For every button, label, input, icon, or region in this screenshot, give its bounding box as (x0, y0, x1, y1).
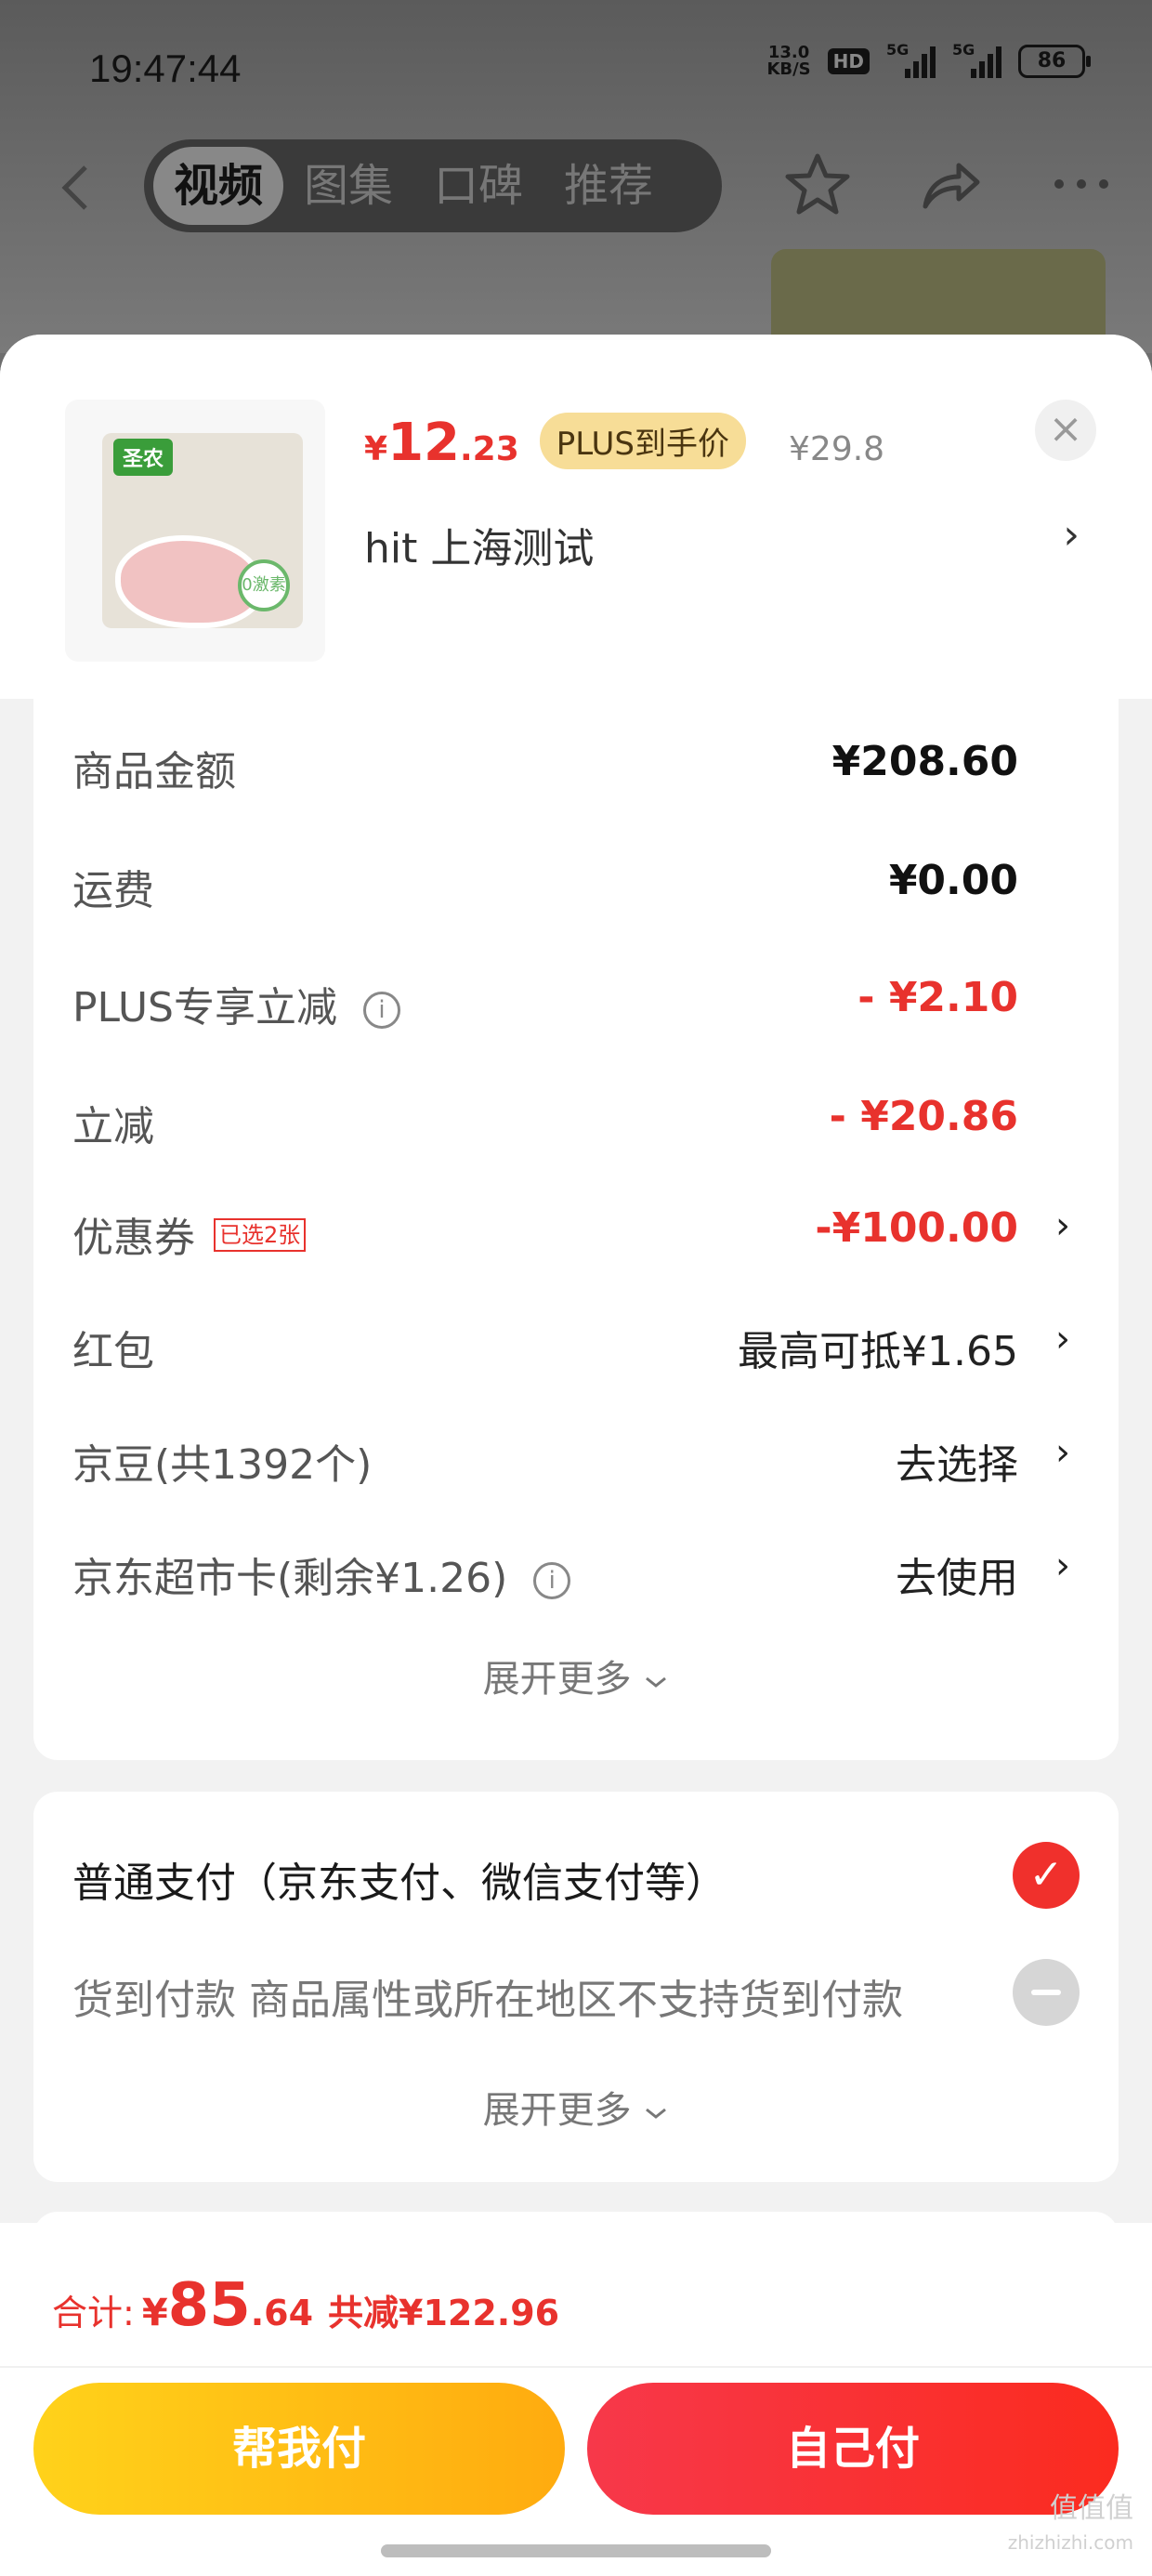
row-instant-discount: 立减 - ¥20.86 (72, 1093, 1080, 1158)
chevron-right-icon[interactable]: › (1055, 1204, 1070, 1247)
network-speed: 13.0 KB/S (766, 45, 810, 78)
status-indicators: 13.0 KB/S HD 5G 5G 86 (766, 41, 1091, 78)
total-amount: 合计: ¥ 85 .64 共减¥122.96 (52, 2271, 559, 2340)
status-bar: 19:47:44 13.0 KB/S HD 5G 5G 86 (0, 37, 1152, 102)
info-icon[interactable]: i (363, 992, 400, 1029)
divider (0, 2366, 1152, 2368)
total-saved: 共减¥122.96 (328, 2293, 560, 2333)
row-jd-beans[interactable]: 京豆(共1392个) 去选择 › (72, 1431, 1080, 1496)
coupon-selected-tag: 已选2张 (214, 1218, 307, 1252)
tab-video[interactable]: 视频 (153, 147, 284, 225)
payment-option-normal[interactable]: 普通支付（京东支付、微信支付等） ✓ (72, 1842, 1080, 1916)
row-label: 红包 (72, 1328, 154, 1375)
signal-icon: 5G (886, 41, 936, 78)
tab-gallery[interactable]: 图集 (283, 147, 413, 225)
chevron-down-icon (646, 2108, 667, 2119)
payment-option-label: 普通支付（京东支付、微信支付等） (72, 1860, 727, 1907)
tab-reviews[interactable]: 口碑 (413, 147, 543, 225)
price-decimal: .23 (460, 430, 519, 468)
row-label: 立减 (72, 1103, 154, 1150)
product-image: 圣农 0激素 (65, 400, 325, 662)
total-integer: 85 (167, 2271, 251, 2340)
signal-label: 5G (886, 41, 910, 59)
row-value: - ¥20.86 (829, 1093, 1018, 1140)
status-time: 19:47:44 (89, 46, 242, 90)
price-integer: 12 (387, 413, 460, 473)
row-coupon[interactable]: 优惠券 已选2张 -¥100.00 › (72, 1204, 1080, 1269)
brand-logo: 圣农 (113, 439, 174, 476)
row-value: 去选择 (896, 1441, 1018, 1489)
close-button[interactable]: × (1035, 400, 1096, 461)
help-me-pay-button[interactable]: 帮我付 (33, 2383, 565, 2515)
price-row: ¥12.23 PLUS到手价 ¥29.8 (364, 413, 884, 478)
row-label-text: 京东超市卡(剩余¥1.26) (72, 1555, 508, 1602)
row-value: -¥100.00 (815, 1204, 1018, 1252)
payment-method-card: 普通支付（京东支付、微信支付等） ✓ 货到付款 商品属性或所在地区不支持货到付款… (33, 1792, 1119, 2182)
row-label-text: PLUS专享立减 (72, 984, 337, 1032)
original-price: ¥29.8 (789, 430, 885, 468)
row-label: PLUS专享立减 i (72, 974, 400, 1033)
check-icon[interactable]: ✓ (1013, 1842, 1080, 1909)
row-shipping: 运费 ¥0.00 (72, 857, 1080, 922)
watermark-text: 值值值 (1050, 2492, 1133, 2525)
checkout-bar: 合计: ¥ 85 .64 共减¥122.96 帮我付 自己付 值值值 zhizh… (0, 2223, 1152, 2576)
expand-more-button[interactable]: 展开更多 (33, 1649, 1119, 1702)
chevron-down-icon (646, 1676, 667, 1688)
product-name: hit 上海测试 (364, 525, 595, 572)
star-icon[interactable] (784, 151, 851, 232)
payment-option-label: 货到付款 商品属性或所在地区不支持货到付款 (72, 1977, 903, 2024)
info-icon[interactable]: i (533, 1562, 571, 1599)
disabled-icon (1013, 1959, 1080, 2026)
row-label: 优惠券 已选2张 (72, 1204, 307, 1264)
row-value: - ¥2.10 (857, 974, 1018, 1021)
price-breakdown-card: 商品金额 ¥208.60 运费 ¥0.00 PLUS专享立减 i - ¥2.10 … (33, 699, 1119, 1760)
payment-option-cod: 货到付款 商品属性或所在地区不支持货到付款 (72, 1959, 1080, 2033)
row-goods-amount: 商品金额 ¥208.60 (72, 738, 1080, 803)
watermark-url: zhizhizhi.com (1007, 2531, 1133, 2554)
row-plus-discount: PLUS专享立减 i - ¥2.10 (72, 974, 1080, 1039)
tab-bar: 视频 图集 口碑 推荐 (144, 139, 722, 232)
row-label-text: 优惠券 (72, 1215, 195, 1262)
signal-label-2: 5G (952, 41, 975, 59)
plus-price-tag: PLUS到手价 (539, 413, 747, 469)
row-value: 去使用 (896, 1555, 1018, 1602)
chevron-right-icon[interactable]: › (1055, 1431, 1070, 1474)
chevron-right-icon[interactable]: › (1063, 511, 1080, 559)
total-currency: ¥ (141, 2292, 168, 2334)
network-speed-unit: KB/S (766, 59, 811, 79)
total-label: 合计: (52, 2293, 135, 2333)
row-red-packet[interactable]: 红包 最高可抵¥1.65 › (72, 1318, 1080, 1383)
row-supermarket-card[interactable]: 京东超市卡(剩余¥1.26) i 去使用 › (72, 1544, 1080, 1610)
row-label: 商品金额 (72, 748, 236, 795)
more-icon[interactable] (1048, 151, 1115, 232)
chevron-right-icon[interactable]: › (1055, 1318, 1070, 1360)
hormone-free-badge: 0激素 (238, 559, 290, 611)
row-value: 最高可抵¥1.65 (738, 1328, 1018, 1375)
home-indicator[interactable] (381, 2544, 771, 2557)
nav-actions (784, 151, 1115, 232)
battery-icon: 86 (1018, 45, 1091, 78)
chevron-right-icon[interactable]: › (1055, 1544, 1070, 1587)
row-label: 运费 (72, 867, 154, 914)
tab-recommend[interactable]: 推荐 (543, 147, 674, 225)
hd-icon: HD (827, 48, 870, 74)
product-header: 圣农 0激素 ¥12.23 PLUS到手价 ¥29.8 × hit 上海测试 › (0, 335, 1152, 699)
back-icon[interactable] (58, 160, 104, 216)
expand-more-label: 展开更多 (482, 2089, 632, 2132)
package-graphic: 圣农 0激素 (102, 433, 303, 628)
expand-more-button[interactable]: 展开更多 (33, 2080, 1119, 2134)
share-icon[interactable] (916, 151, 983, 232)
row-value: ¥208.60 (831, 738, 1018, 785)
watermark: 值值值 zhizhizhi.com (1008, 2492, 1133, 2559)
row-label: 京豆(共1392个) (72, 1441, 373, 1489)
row-value: ¥0.00 (888, 857, 1018, 904)
price-symbol: ¥ (364, 430, 388, 468)
row-label: 京东超市卡(剩余¥1.26) i (72, 1544, 571, 1604)
top-nav: 视频 图集 口碑 推荐 (0, 139, 1152, 242)
signal-icon-2: 5G (952, 41, 1001, 78)
plus-price: ¥12.23 (364, 413, 519, 473)
expand-more-label: 展开更多 (482, 1658, 632, 1701)
total-decimal: .64 (250, 2293, 314, 2333)
